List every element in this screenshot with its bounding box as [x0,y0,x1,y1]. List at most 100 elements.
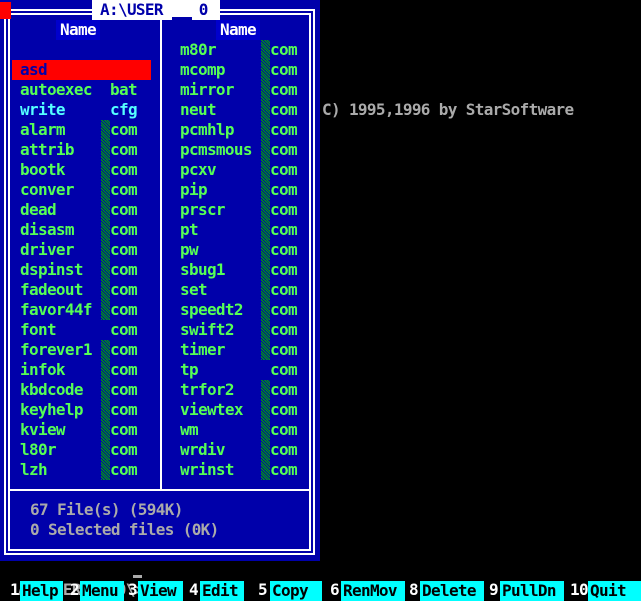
file-entry[interactable]: wm com [180,420,320,440]
footer-divider [8,489,311,491]
file-name: timer [180,340,226,359]
file-extension: com [270,280,298,299]
file-entry[interactable]: dead com [20,200,160,220]
file-entry[interactable]: disasm com [20,220,160,240]
file-extension: com [270,380,298,399]
file-extension: com [270,440,298,459]
file-entry[interactable]: kbdcode com [20,380,160,400]
executable-marker [261,340,270,360]
file-entry[interactable]: autoexec bat [20,80,160,100]
file-entry[interactable]: pcmhlp com [180,120,320,140]
file-extension: com [110,180,138,199]
file-name: attrib [20,140,75,159]
file-extension: com [110,160,138,179]
file-entry[interactable]: pcxv com [180,160,320,180]
file-extension: com [110,200,138,219]
executable-marker [261,180,270,200]
executable-marker [261,60,270,80]
file-name: mcomp [180,60,226,79]
file-extension: com [270,400,298,419]
file-extension: bat [110,80,138,99]
executable-marker [261,440,270,460]
fkey-number: 3 [128,580,138,599]
file-entry[interactable]: m80r com [180,40,320,60]
file-entry[interactable]: fadeout com [20,280,160,300]
executable-marker [261,140,270,160]
file-extension: com [110,260,138,279]
file-entry[interactable]: tp com [180,360,320,380]
file-entry[interactable]: pip com [180,180,320,200]
executable-marker [261,220,270,240]
file-entry[interactable]: timer com [180,340,320,360]
parent-dir-entry[interactable]: .. [20,40,75,79]
selected-files-summary: 0 Selected files (0K) [30,520,219,539]
file-extension: com [270,80,298,99]
title-underscore [172,17,192,20]
file-entry[interactable]: pw com [180,240,320,260]
file-extension: com [270,160,298,179]
file-entry[interactable]: favor44f com [20,300,160,320]
file-extension: com [270,320,298,339]
file-entry[interactable]: conver com [20,180,160,200]
file-entry[interactable]: pcmsmous com [180,140,320,160]
file-extension: com [110,460,138,479]
file-entry[interactable]: forever1 com [20,340,160,360]
file-entry[interactable]: trfor2 com [180,380,320,400]
file-entry[interactable]: kview com [20,420,160,440]
executable-marker [101,440,110,460]
text-cursor [133,575,142,578]
file-entry[interactable]: neut com [180,100,320,120]
file-entry[interactable]: asd [20,60,160,80]
file-entry[interactable]: alarm com [20,120,160,140]
executable-marker [261,460,270,480]
file-entry[interactable]: l80r com [20,440,160,460]
fkey-label: Help [20,581,63,601]
left-column-header[interactable]: Name [56,20,100,40]
executable-marker [101,420,110,440]
executable-marker [101,460,110,480]
file-entry[interactable]: keyhelp com [20,400,160,420]
file-entry[interactable]: wrdiv com [180,440,320,460]
fkey-number: 5 [258,580,268,599]
file-entry[interactable]: driver com [20,240,160,260]
fkey-label: Copy [270,581,322,601]
file-entry[interactable]: pt com [180,220,320,240]
file-entry[interactable]: prscr com [180,200,320,220]
file-extension: cfg [110,100,138,119]
fkey-number: 10 [570,580,589,599]
file-name: dead [20,200,57,219]
executable-marker [261,100,270,120]
file-entry[interactable]: dspinst com [20,260,160,280]
executable-marker [261,380,270,400]
executable-marker [261,280,270,300]
file-name: dspinst [20,260,84,279]
executable-marker [101,220,110,240]
right-column-header[interactable]: Name [216,20,260,40]
file-entry[interactable]: set com [180,280,320,300]
file-entry[interactable]: attrib com [20,140,160,160]
file-name: write [20,100,66,119]
file-entry[interactable]: bootk com [20,160,160,180]
file-extension: com [110,440,138,459]
executable-marker [101,160,110,180]
file-extension: com [110,120,138,139]
file-entry[interactable]: wrinst com [180,460,320,480]
file-entry[interactable]: speedt2 com [180,300,320,320]
fkey-label: Quit [588,581,641,601]
file-name: pcmhlp [180,120,235,139]
executable-marker [261,400,270,420]
file-entry[interactable]: swift2 com [180,320,320,340]
panel-close-box[interactable] [0,2,11,19]
file-entry[interactable]: mirror com [180,80,320,100]
executable-marker [101,380,110,400]
file-entry[interactable]: font com [20,320,160,340]
file-extension: com [270,120,298,139]
file-entry[interactable]: write cfg [20,100,160,120]
file-entry[interactable]: lzh com [20,460,160,480]
file-entry[interactable]: sbug1 com [180,260,320,280]
executable-marker [261,160,270,180]
file-entry[interactable]: viewtex com [180,400,320,420]
file-entry[interactable]: infok com [20,360,160,380]
file-extension: com [110,220,138,239]
file-entry[interactable]: mcomp com [180,60,320,80]
